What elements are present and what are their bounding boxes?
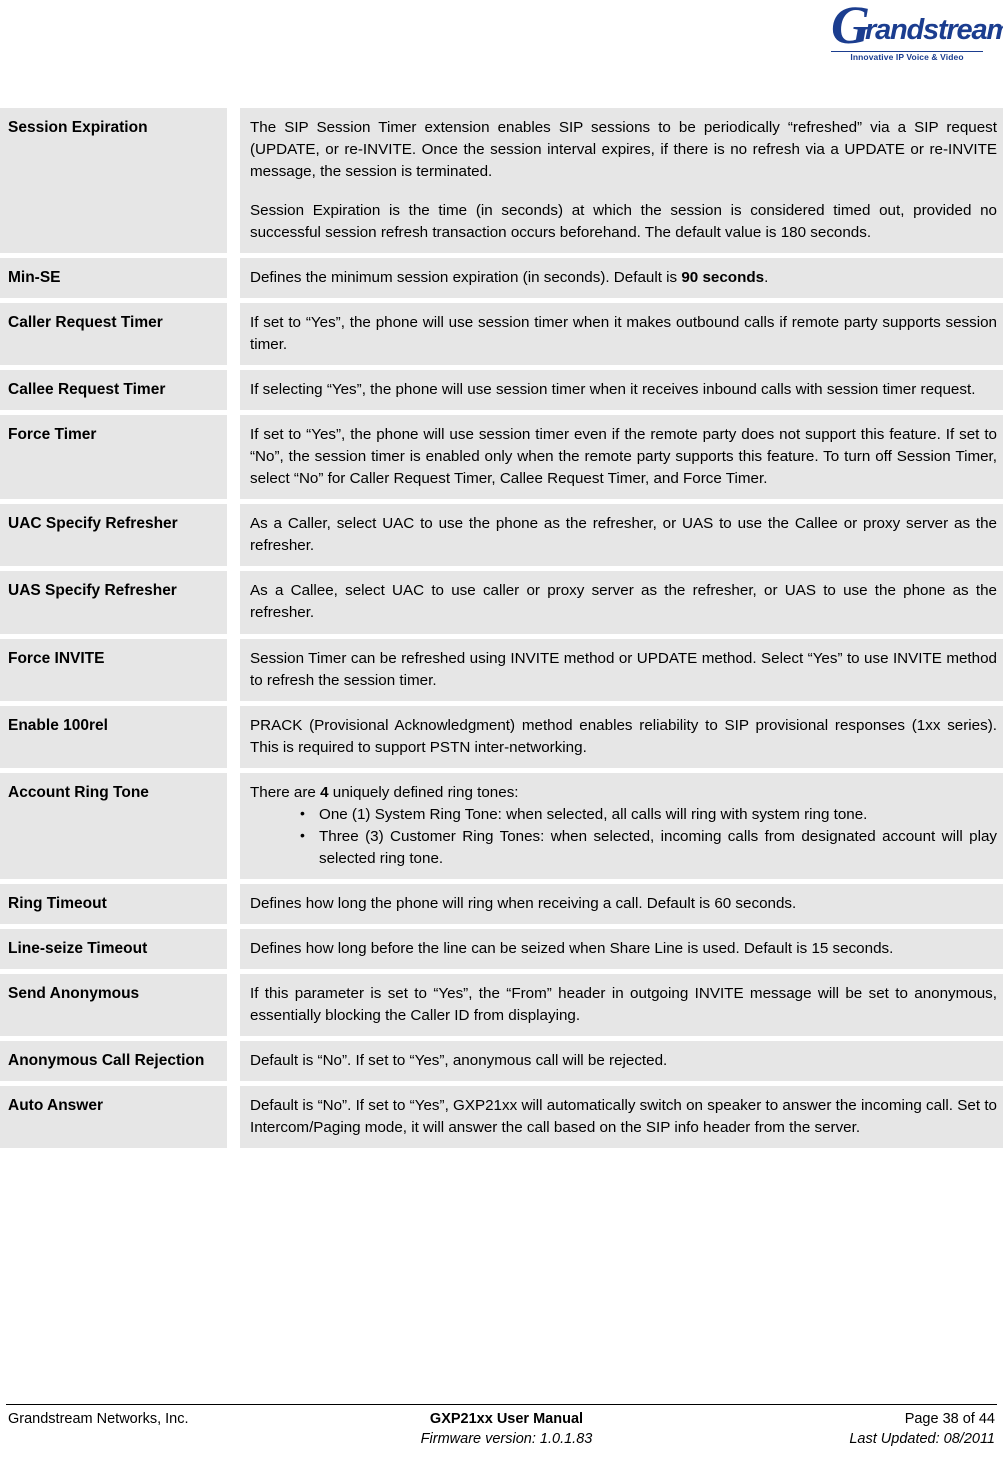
settings-description-table: Session Expiration The SIP Session Timer…	[0, 108, 1003, 1148]
text-suffix: uniquely defined ring tones:	[328, 783, 519, 801]
row-description: If set to “Yes”, the phone will use sess…	[240, 415, 1003, 500]
table-row: Line-seize Timeout Defines how long befo…	[0, 928, 1003, 969]
footer-center-block: GXP21xx User Manual Firmware version: 1.…	[268, 1409, 745, 1450]
row-description: If selecting “Yes”, the phone will use s…	[240, 370, 1003, 411]
ring-tone-list: One (1) System Ring Tone: when selected,…	[250, 803, 997, 870]
row-description: As a Caller, select UAC to use the phone…	[240, 504, 1003, 567]
paragraph: Default is “No”. If set to “Yes”, anonym…	[250, 1051, 668, 1069]
table-row: Force Timer If set to “Yes”, the phone w…	[0, 415, 1003, 500]
row-label: Enable 100rel	[0, 705, 227, 768]
footer-page-number: Page 38 of 44	[904, 1410, 995, 1427]
row-label: Min-SE	[0, 258, 227, 299]
row-description: Defines how long the phone will ring whe…	[240, 883, 1003, 924]
row-description: Defines how long before the line can be …	[240, 928, 1003, 969]
ring-tone-count: 4	[320, 783, 329, 801]
row-label: Session Expiration	[0, 108, 227, 254]
text-prefix: There are	[250, 783, 321, 801]
paragraph: If set to “Yes”, the phone will use sess…	[250, 426, 997, 488]
paragraph: There are 4 uniquely defined ring tones:	[250, 782, 997, 804]
default-value: 90 seconds	[681, 269, 765, 287]
row-label: Force Timer	[0, 415, 227, 500]
logo-wordmark: randstream	[865, 14, 1003, 46]
table-row: Account Ring Tone There are 4 uniquely d…	[0, 772, 1003, 879]
table-row: Enable 100rel PRACK (Provisional Acknowl…	[0, 705, 1003, 768]
table-row: Ring Timeout Defines how long the phone …	[0, 883, 1003, 924]
paragraph: The SIP Session Timer extension enables …	[250, 119, 997, 181]
footer-company: Grandstream Networks, Inc.	[8, 1410, 189, 1427]
row-description: The SIP Session Timer extension enables …	[240, 108, 1003, 254]
row-description: If this parameter is set to “Yes”, the “…	[240, 973, 1003, 1036]
page-footer: Grandstream Networks, Inc. GXP21xx User …	[0, 1403, 1003, 1450]
row-description: Session Timer can be refreshed using INV…	[240, 638, 1003, 701]
paragraph: Session Expiration is the time (in secon…	[250, 202, 997, 242]
row-label: Auto Answer	[0, 1085, 227, 1148]
row-description: There are 4 uniquely defined ring tones:…	[240, 772, 1003, 879]
table-row: UAS Specify Refresher As a Callee, selec…	[0, 571, 1003, 634]
grandstream-logo: G randstream Innovative IP Voice & Video	[825, 0, 1003, 62]
table-row: Auto Answer Default is “No”. If set to “…	[0, 1085, 1003, 1148]
row-label: Ring Timeout	[0, 883, 227, 924]
page-header: G randstream Innovative IP Voice & Video	[0, 0, 1003, 108]
paragraph: If selecting “Yes”, the phone will use s…	[250, 381, 976, 399]
row-label: Callee Request Timer	[0, 370, 227, 411]
row-label: Force INVITE	[0, 638, 227, 701]
paragraph: If this parameter is set to “Yes”, the “…	[250, 984, 997, 1024]
paragraph: Defines the minimum session expiration (…	[250, 267, 997, 289]
paragraph: Defines how long the phone will ring whe…	[250, 894, 797, 912]
table-row: UAC Specify Refresher As a Caller, selec…	[0, 504, 1003, 567]
row-label: Caller Request Timer	[0, 303, 227, 366]
footer-manual-title: GXP21xx User Manual	[429, 1410, 584, 1427]
paragraph: Defines how long before the line can be …	[250, 939, 894, 957]
table-row: Callee Request Timer If selecting “Yes”,…	[0, 370, 1003, 411]
row-label: UAC Specify Refresher	[0, 504, 227, 567]
paragraph: PRACK (Provisional Acknowledgment) metho…	[250, 716, 997, 756]
paragraph: As a Callee, select UAC to use caller or…	[250, 582, 997, 622]
text-prefix: Defines the minimum session expiration (…	[250, 269, 682, 287]
row-description: Default is “No”. If set to “Yes”, GXP21x…	[240, 1085, 1003, 1148]
row-label: Account Ring Tone	[0, 772, 227, 879]
table-row: Min-SE Defines the minimum session expir…	[0, 258, 1003, 299]
table-row: Send Anonymous If this parameter is set …	[0, 973, 1003, 1036]
footer-divider	[6, 1403, 997, 1405]
footer-content: Grandstream Networks, Inc. GXP21xx User …	[0, 1409, 1003, 1450]
paragraph: Session Timer can be refreshed using INV…	[250, 649, 997, 689]
footer-last-updated: Last Updated: 08/2011	[849, 1431, 995, 1448]
table-row: Caller Request Timer If set to “Yes”, th…	[0, 303, 1003, 366]
row-label: Line-seize Timeout	[0, 928, 227, 969]
text-suffix: .	[764, 269, 769, 287]
logo-mark: G randstream	[825, 0, 1003, 55]
paragraph: Default is “No”. If set to “Yes”, GXP21x…	[250, 1096, 997, 1136]
row-description: PRACK (Provisional Acknowledgment) metho…	[240, 705, 1003, 768]
row-description: As a Callee, select UAC to use caller or…	[240, 571, 1003, 634]
row-label: Anonymous Call Rejection	[0, 1040, 227, 1081]
row-description: If set to “Yes”, the phone will use sess…	[240, 303, 1003, 366]
table-row: Force INVITE Session Timer can be refres…	[0, 638, 1003, 701]
paragraph: As a Caller, select UAC to use the phone…	[250, 515, 997, 555]
table-row: Session Expiration The SIP Session Timer…	[0, 108, 1003, 254]
list-item: One (1) System Ring Tone: when selected,…	[250, 803, 997, 826]
logo-initial-icon: G	[831, 0, 870, 55]
row-description: Default is “No”. If set to “Yes”, anonym…	[240, 1040, 1003, 1081]
row-label: UAS Specify Refresher	[0, 571, 227, 634]
list-item: Three (3) Customer Ring Tones: when sele…	[250, 825, 997, 870]
row-label: Send Anonymous	[0, 973, 227, 1036]
footer-right-block: Page 38 of 44 Last Updated: 08/2011	[745, 1409, 995, 1450]
table-row: Anonymous Call Rejection Default is “No”…	[0, 1040, 1003, 1081]
paragraph: If set to “Yes”, the phone will use sess…	[250, 314, 997, 354]
row-description: Defines the minimum session expiration (…	[240, 258, 1003, 299]
footer-firmware-version: Firmware version: 1.0.1.83	[420, 1431, 593, 1448]
